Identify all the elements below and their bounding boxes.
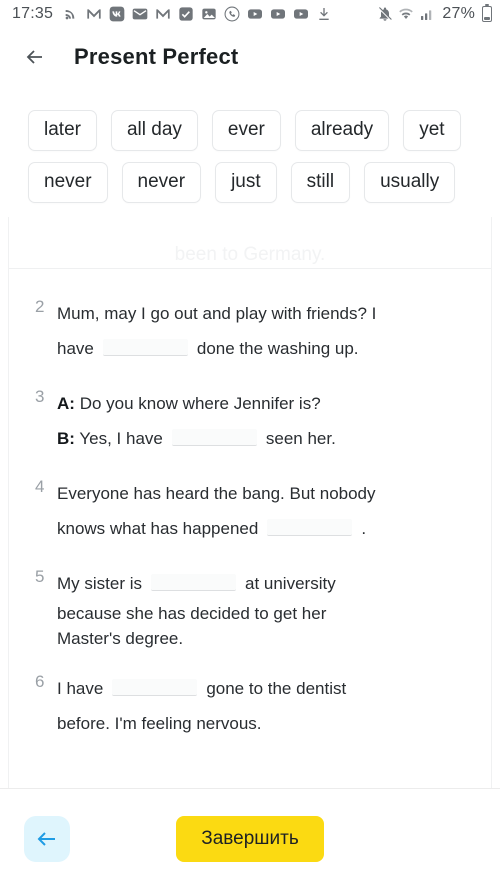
battery-percent-label: 27% [442, 5, 475, 22]
youtube-icon [293, 6, 309, 22]
question-text: A: Do you know where Jennifer is? B: Yes… [57, 386, 473, 456]
speaker-label-b: B: [57, 429, 75, 448]
question-text: Everyone has heard the bang. But nobody … [57, 476, 473, 546]
question-text-part: . [361, 519, 367, 538]
page-title: Present Perfect [74, 44, 239, 69]
question-text: Mum, may I go out and play with friends?… [57, 296, 473, 366]
status-bar: 17:35 27% [0, 0, 500, 28]
wifi-icon [398, 6, 414, 22]
question-text-part: because she has decided to get her [57, 604, 327, 623]
notifications-muted-icon [377, 6, 393, 22]
download-icon [316, 6, 332, 22]
section-divider [9, 268, 491, 269]
mail-envelope-icon [132, 6, 148, 22]
question-number: 4 [35, 477, 45, 496]
arrow-left-icon [26, 50, 42, 64]
question-list: 2 Mum, may I go out and play with friend… [9, 284, 491, 788]
status-notification-icons [63, 6, 377, 22]
question-text-part: I have [57, 679, 104, 698]
question-text: I have gone to the dentist before. I'm fe… [57, 671, 473, 741]
question-text-part: Do you know where Jennifer is? [79, 394, 321, 413]
youtube-icon [270, 6, 286, 22]
answer-blank[interactable] [267, 519, 353, 536]
gmail-icon [86, 6, 102, 22]
speaker-label-a: A: [57, 394, 75, 413]
battery-icon [482, 4, 492, 22]
question-text-part: My sister is [57, 574, 142, 593]
previous-question-faded-text: been to Germany. [174, 244, 326, 265]
bottom-bar: Завершить [0, 788, 500, 888]
question-item: 3 A: Do you know where Jennifer is? B: Y… [35, 386, 473, 456]
app-bar: Present Perfect [0, 28, 500, 86]
word-chip[interactable]: later [28, 110, 97, 151]
question-text-part: done the washing up. [196, 339, 359, 358]
finish-button[interactable]: Завершить [176, 815, 324, 862]
rss-cast-icon [63, 6, 79, 22]
question-number: 5 [35, 567, 45, 586]
question-text-part: gone to the dentist [206, 679, 347, 698]
previous-button[interactable] [24, 815, 70, 862]
question-text-part: Yes, I have [79, 429, 163, 448]
question-item: 2 Mum, may I go out and play with friend… [35, 296, 473, 366]
back-button[interactable] [18, 40, 52, 74]
gmail-icon [155, 6, 171, 22]
word-chip[interactable]: never [28, 161, 108, 203]
word-chip[interactable]: never [121, 161, 202, 203]
question-text-part: at university [245, 574, 336, 593]
checkbox-icon [178, 6, 194, 22]
question-text-part: Everyone has heard the bang. But nobody [57, 484, 376, 503]
question-number: 3 [35, 387, 45, 406]
word-chip[interactable]: just [215, 161, 277, 203]
photo-icon [201, 6, 217, 22]
question-text-part: before. I'm feeling nervous. [57, 714, 262, 733]
status-clock: 17:35 [12, 5, 54, 22]
question-number: 2 [35, 297, 45, 316]
status-system-icons: 27% [377, 4, 492, 23]
word-chip[interactable]: usually [364, 161, 456, 203]
word-bank-chips: later all day ever already yet never nev… [28, 110, 480, 203]
question-text: My sister is at university because she ha… [57, 566, 473, 651]
question-text-part: have [57, 339, 94, 358]
word-chip[interactable]: yet [403, 110, 461, 151]
question-text-part: Mum, may I go out and play with friends?… [57, 304, 377, 323]
question-item: 4 Everyone has heard the bang. But nobod… [35, 476, 473, 546]
youtube-icon [247, 6, 263, 22]
question-item: 5 My sister is at university because she … [35, 566, 473, 651]
answer-blank[interactable] [151, 574, 236, 591]
question-number: 6 [35, 672, 45, 691]
question-item: 6 I have gone to the dentist before. I'm … [35, 671, 473, 741]
word-chip[interactable]: already [294, 110, 390, 151]
viber-icon [224, 6, 240, 22]
vk-icon [109, 6, 125, 22]
arrow-left-icon [37, 831, 55, 846]
signal-bars-icon [419, 6, 435, 22]
word-chip[interactable]: ever [211, 110, 281, 151]
word-bank-panel: later all day ever already yet never nev… [0, 104, 500, 217]
question-text-part: Master's degree. [57, 629, 184, 648]
word-chip[interactable]: still [290, 161, 351, 203]
answer-blank[interactable] [102, 339, 188, 356]
question-text-part: seen her. [265, 429, 336, 448]
question-text-part: knows what has happened [57, 519, 259, 538]
word-chip[interactable]: all day [110, 110, 198, 151]
answer-blank[interactable] [171, 429, 257, 446]
answer-blank[interactable] [112, 679, 198, 696]
